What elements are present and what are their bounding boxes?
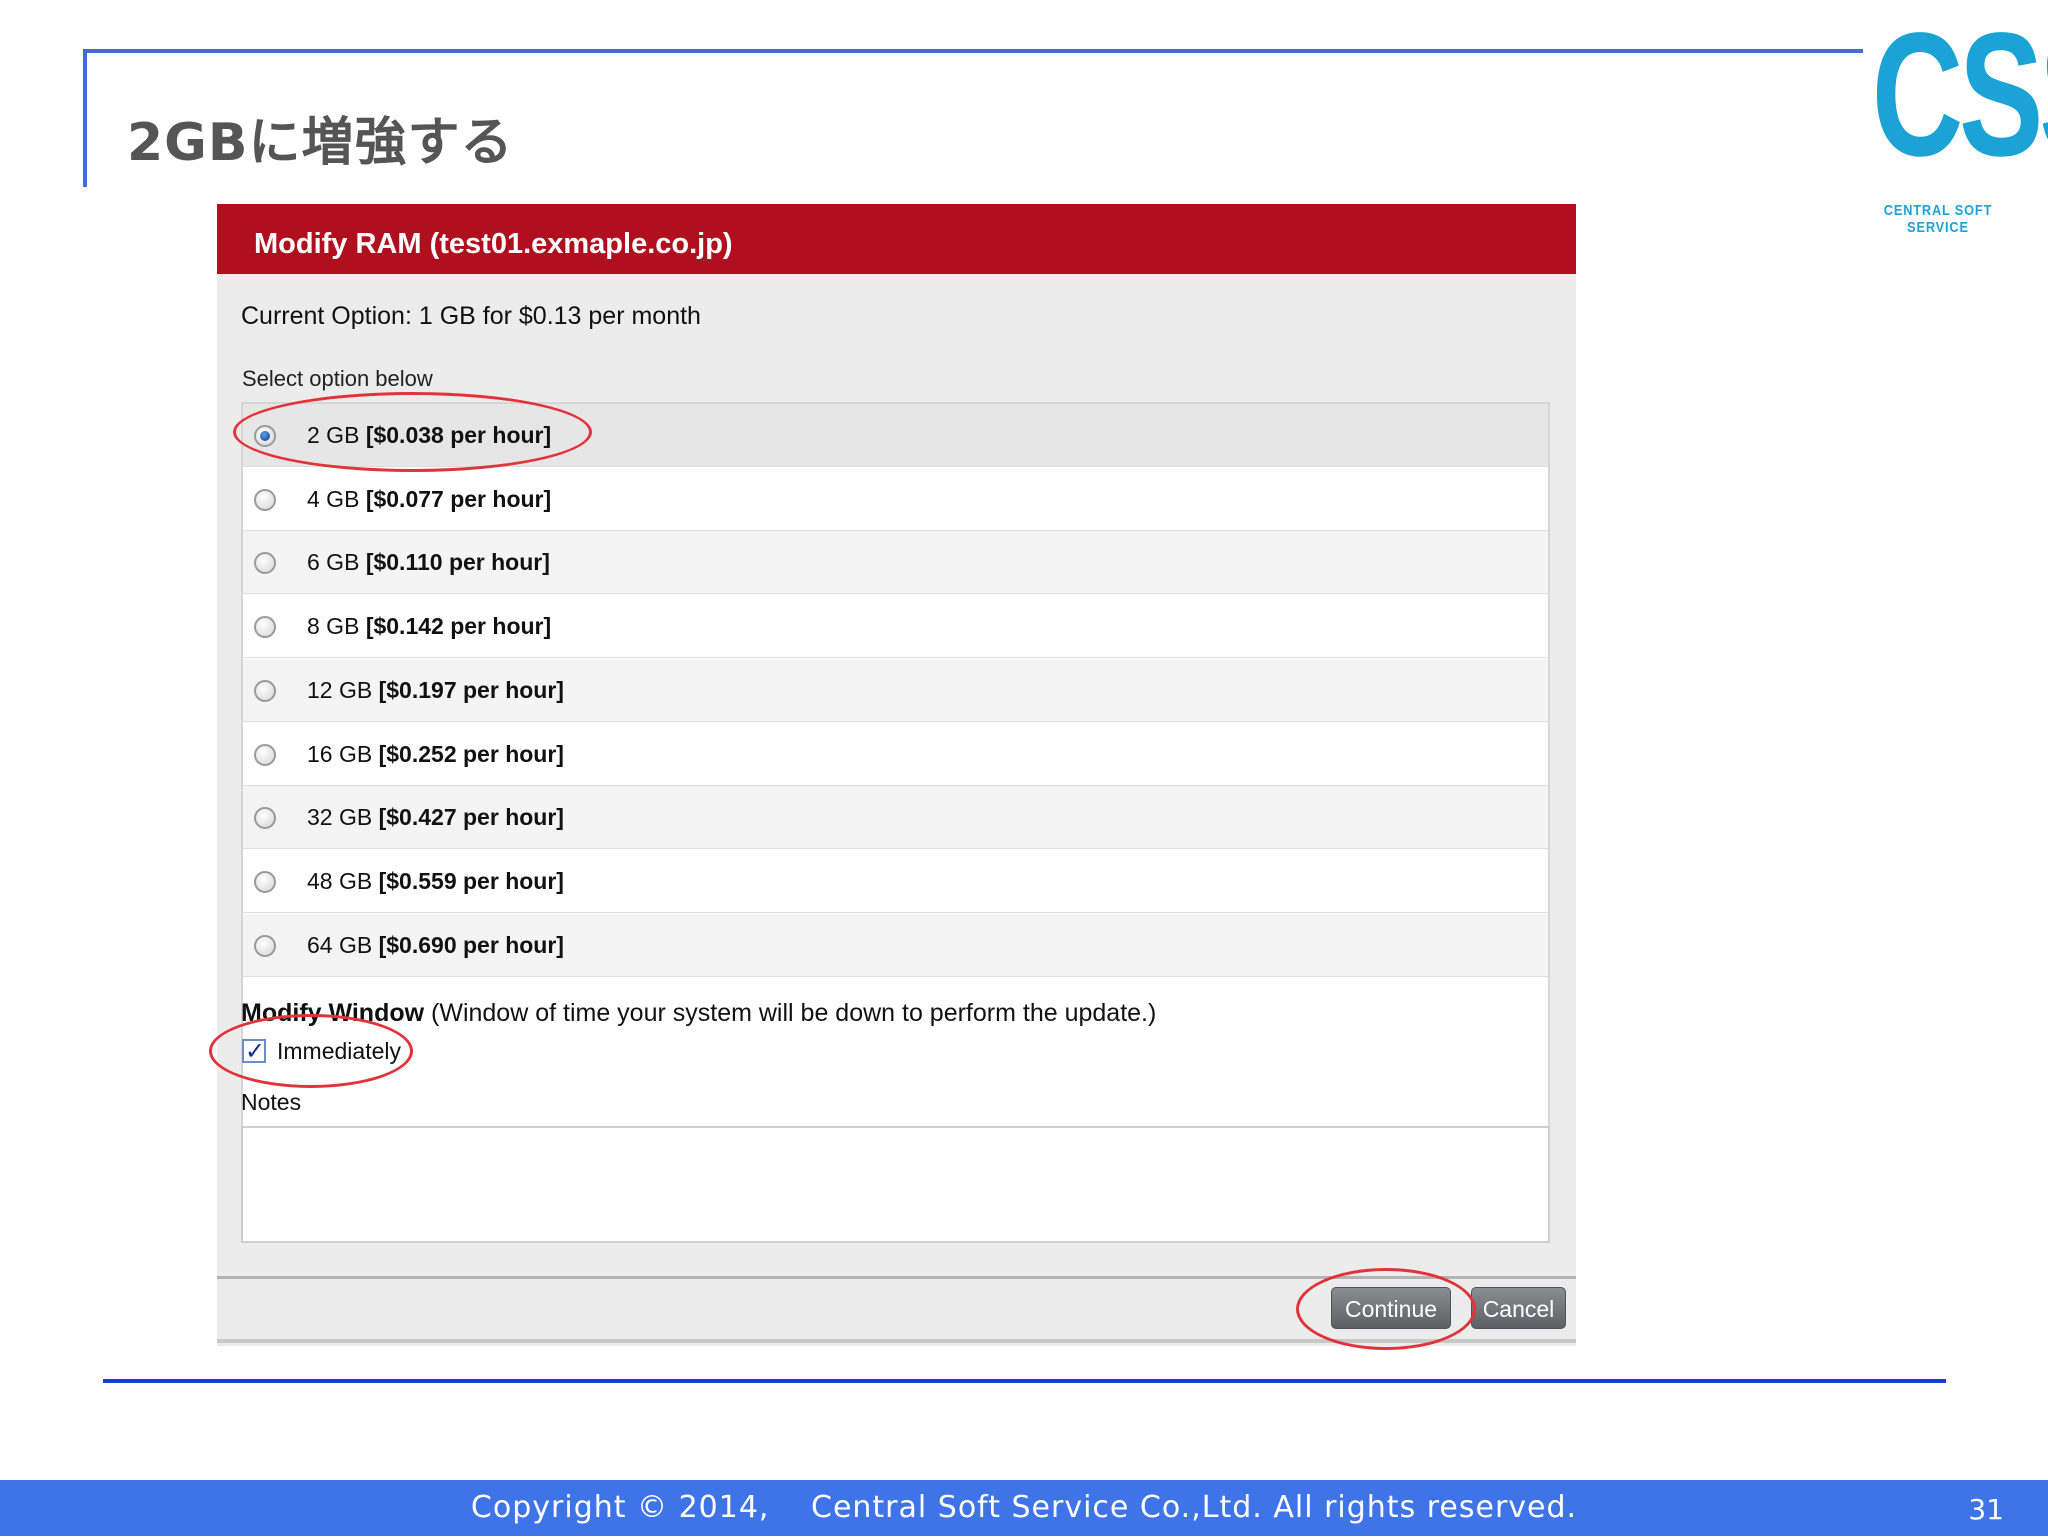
- radio-button[interactable]: [254, 552, 276, 574]
- ram-option-size: 32 GB: [307, 804, 373, 830]
- continue-button[interactable]: Continue: [1331, 1287, 1451, 1329]
- ram-option-row[interactable]: 48 GB [$0.559 per hour]: [243, 850, 1548, 913]
- ram-option-price: [$0.197 per hour]: [378, 677, 564, 703]
- ram-option-size: 8 GB: [307, 613, 360, 639]
- dialog-header: Modify RAM (test01.exmaple.co.jp): [217, 204, 1576, 274]
- ram-option-label: 64 GB [$0.690 per hour]: [307, 914, 564, 976]
- ram-option-label: 2 GB [$0.038 per hour]: [307, 404, 551, 466]
- immediately-checkbox[interactable]: ✓: [242, 1038, 266, 1065]
- slide-title: 2GBに増強する: [127, 113, 514, 173]
- immediately-label[interactable]: Immediately: [277, 1038, 401, 1065]
- radio-button[interactable]: [254, 744, 276, 766]
- slide-bottom-rule: [103, 1379, 1946, 1383]
- dialog-footer-divider: [217, 1276, 1576, 1279]
- ram-option-price: [$0.559 per hour]: [378, 868, 564, 894]
- ram-option-price: [$0.690 per hour]: [378, 932, 564, 958]
- current-option-text: Current Option: 1 GB for $0.13 per month: [241, 302, 701, 330]
- ram-option-price: [$0.110 per hour]: [365, 549, 550, 575]
- ram-option-row[interactable]: 2 GB [$0.038 per hour]: [243, 404, 1548, 467]
- ram-option-price: [$0.252 per hour]: [378, 741, 564, 767]
- ram-option-row[interactable]: 4 GB [$0.077 per hour]: [243, 468, 1548, 531]
- modify-ram-dialog: Modify RAM (test01.exmaple.co.jp) Curren…: [217, 204, 1576, 1346]
- modify-window-note: (Window of time your system will be down…: [424, 999, 1157, 1027]
- radio-button[interactable]: [254, 871, 276, 893]
- ram-option-row[interactable]: 6 GB [$0.110 per hour]: [243, 531, 1548, 594]
- ram-option-size: 48 GB: [307, 868, 373, 894]
- radio-button[interactable]: [254, 425, 276, 447]
- ram-option-price: [$0.077 per hour]: [365, 486, 552, 512]
- ram-option-label: 48 GB [$0.559 per hour]: [307, 850, 564, 912]
- notes-label: Notes: [241, 1089, 302, 1115]
- ram-option-size: 2 GB: [307, 422, 360, 448]
- radio-button[interactable]: [254, 935, 276, 957]
- slide-left-rule: [83, 49, 87, 187]
- cancel-button[interactable]: Cancel: [1471, 1287, 1566, 1329]
- ram-option-row[interactable]: 32 GB [$0.427 per hour]: [243, 786, 1548, 849]
- dialog-bottom-border: [217, 1339, 1576, 1343]
- css-logo: CSS CENTRAL SOFT SERVICE: [1846, 7, 2048, 236]
- modify-window-text: Modify Window (Window of time your syste…: [241, 999, 1156, 1028]
- ram-option-row[interactable]: 8 GB [$0.142 per hour]: [243, 595, 1548, 658]
- ram-option-label: 16 GB [$0.252 per hour]: [307, 723, 564, 785]
- ram-option-price: [$0.427 per hour]: [378, 804, 564, 830]
- radio-button[interactable]: [254, 807, 276, 829]
- ram-option-size: 4 GB: [307, 486, 360, 512]
- ram-option-row[interactable]: 64 GB [$0.690 per hour]: [243, 914, 1548, 977]
- logo-subtext: CENTRAL SOFT SERVICE: [1883, 202, 1993, 236]
- radio-button[interactable]: [254, 489, 276, 511]
- ram-options-list: 2 GB [$0.038 per hour] 4 GB [$0.077 per h…: [241, 402, 1550, 1176]
- ram-option-row[interactable]: 12 GB [$0.197 per hour]: [243, 659, 1548, 722]
- radio-button[interactable]: [254, 616, 276, 638]
- logo-text: CSS: [1871, 0, 2048, 193]
- modify-window-heading: Modify Window: [241, 999, 425, 1027]
- ram-option-size: 16 GB: [307, 741, 373, 767]
- ram-option-size: 64 GB: [307, 932, 373, 958]
- ram-option-price: [$0.142 per hour]: [365, 613, 552, 639]
- ram-option-row[interactable]: 16 GB [$0.252 per hour]: [243, 723, 1548, 786]
- ram-option-label: 6 GB [$0.110 per hour]: [307, 531, 550, 593]
- ram-option-size: 12 GB: [307, 677, 373, 703]
- checkmark-icon: ✓: [244, 1038, 266, 1065]
- footer-bar: Copyright © 2014, Central Soft Service C…: [0, 1480, 2048, 1536]
- ram-option-price: [$0.038 per hour]: [365, 422, 552, 448]
- ram-option-size: 6 GB: [307, 549, 360, 575]
- select-option-label: Select option below: [242, 366, 433, 391]
- slide-top-rule: [83, 49, 1863, 53]
- dialog-title: Modify RAM (test01.exmaple.co.jp): [254, 228, 733, 260]
- footer-copyright: Copyright © 2014, Central Soft Service C…: [470, 1490, 1578, 1525]
- page-number: 31: [1968, 1493, 2004, 1526]
- ram-option-label: 4 GB [$0.077 per hour]: [307, 468, 551, 530]
- radio-button[interactable]: [254, 680, 276, 702]
- ram-option-label: 8 GB [$0.142 per hour]: [307, 595, 551, 657]
- notes-textarea[interactable]: [241, 1126, 1550, 1243]
- ram-option-label: 12 GB [$0.197 per hour]: [307, 659, 564, 721]
- ram-option-label: 32 GB [$0.427 per hour]: [307, 786, 564, 848]
